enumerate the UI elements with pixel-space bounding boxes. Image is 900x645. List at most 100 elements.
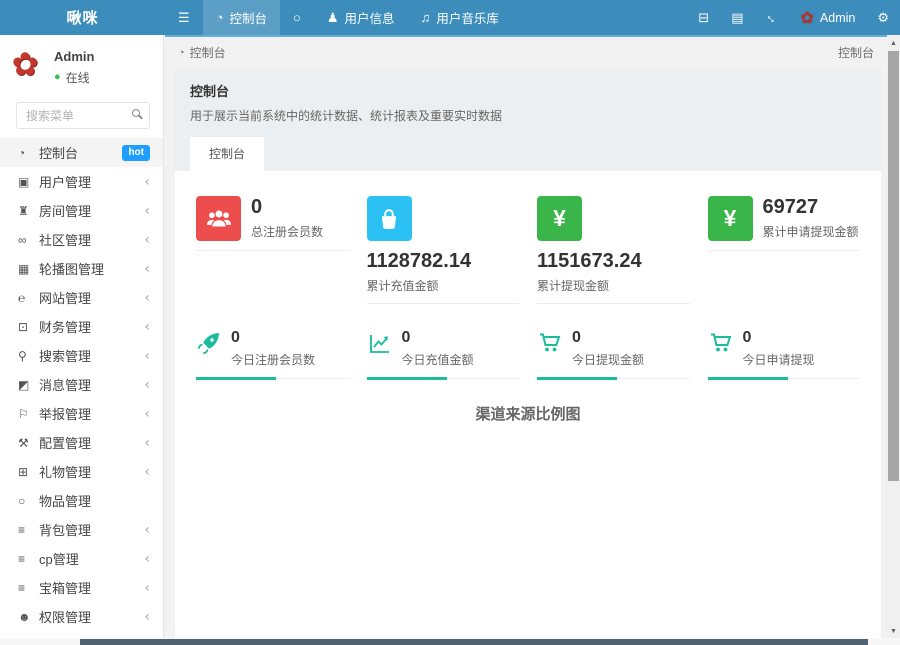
- shopping-bag-icon: [367, 196, 412, 241]
- yen-icon: ¥: [708, 196, 753, 241]
- sidebar-menu-item[interactable]: ≡ 背包管理 ‹: [0, 515, 163, 544]
- stat-label: 累计充值金额: [367, 277, 520, 294]
- panel-body: 0 总注册会员数 1128782.14 累计充值金额: [175, 171, 881, 638]
- sidebar-menu-item[interactable]: ♜ 房间管理 ‹: [0, 196, 163, 225]
- navtab-user-info[interactable]: ♟ 用户信息: [314, 0, 408, 35]
- fullscreen-button[interactable]: ↔: [755, 0, 790, 35]
- breadcrumb-left-label[interactable]: 控制台: [190, 44, 226, 61]
- chevron-left-icon: ‹: [144, 175, 150, 189]
- stat-label: 今日申请提现: [743, 351, 815, 368]
- stat-label: 今日提现金额: [572, 351, 644, 368]
- sidebar-menu-item[interactable]: ➤ 插件管理 new: [0, 631, 163, 638]
- sidebar-menu-item[interactable]: ▦ 轮播图管理 ‹: [0, 254, 163, 283]
- page-description: 用于展示当前系统中的统计数据、统计报表及重要实时数据: [190, 107, 866, 124]
- chevron-left-icon: ‹: [144, 407, 150, 421]
- menu-item-icon: ℮: [18, 291, 39, 305]
- sidebar-menu-item[interactable]: ⚲ 搜索管理 ‹: [0, 341, 163, 370]
- menu-item-label: 宝箱管理: [39, 578, 91, 597]
- sidebar-menu-item[interactable]: ≡ 宝箱管理 ‹: [0, 573, 163, 602]
- sidebar-menu-item[interactable]: ℮ 网站管理 ‹: [0, 283, 163, 312]
- navtab-loading[interactable]: ○: [280, 0, 314, 35]
- menu-item-icon: ◔: [18, 146, 39, 160]
- menu-item-icon: ≡: [18, 523, 39, 537]
- menu-item-icon: ▣: [18, 175, 39, 189]
- menu-item-label: 网站管理: [39, 288, 91, 307]
- sidebar-menu-item[interactable]: ⊞ 礼物管理 ‹: [0, 457, 163, 486]
- chevron-left-icon: ‹: [144, 378, 150, 392]
- stat-today-members: 0 今日注册会员数: [196, 330, 349, 379]
- menu-item-icon: ♜: [18, 204, 39, 218]
- sidebar-menu-item[interactable]: ◔ 控制台 hot: [0, 138, 163, 167]
- user-icon: ♟: [327, 11, 339, 24]
- chevron-left-icon: ‹: [144, 610, 150, 624]
- menu-item-icon: ∞: [18, 233, 39, 247]
- stat-label: 总注册会员数: [251, 223, 323, 240]
- menu-item-label: 房间管理: [39, 201, 91, 220]
- sidebar-menu-item[interactable]: ◩ 消息管理 ‹: [0, 370, 163, 399]
- avatar: ✿: [801, 8, 814, 28]
- rocket-icon: [196, 330, 222, 356]
- stat-label: 累计提现金额: [537, 277, 690, 294]
- trash-icon: ⊟: [698, 11, 709, 24]
- breadcrumb-right-label[interactable]: 控制台: [838, 44, 874, 61]
- sidebar-menu-item[interactable]: ○ 物品管理: [0, 486, 163, 515]
- avatar: ✿: [7, 46, 43, 82]
- sidebar-menu-item[interactable]: ☻ 权限管理 ‹: [0, 602, 163, 631]
- sidebar-menu-item[interactable]: ▣ 用户管理 ‹: [0, 167, 163, 196]
- sidebar: ✿ Admin ● 在线 ◔ 控制台 hot ▣ 用户管理 ‹: [0, 35, 164, 638]
- stat-total-withdraw: ¥ 1151673.24 累计提现金额: [537, 196, 690, 304]
- menu-item-label: 社区管理: [39, 230, 91, 249]
- scroll-down-arrow-icon[interactable]: ▼: [887, 625, 900, 638]
- stat-today-withdraw: 0 今日提现金额: [537, 330, 690, 379]
- sidebar-menu-item[interactable]: ⚐ 举报管理 ‹: [0, 399, 163, 428]
- navtab-user-music[interactable]: ♫ 用户音乐库: [408, 0, 512, 35]
- menu-item-label: 举报管理: [39, 404, 91, 423]
- menu-item-icon: ◩: [18, 378, 39, 392]
- horizontal-scrollbar[interactable]: [0, 638, 900, 645]
- horizontal-scrollbar-thumb[interactable]: [80, 639, 868, 645]
- breadcrumb: ◔ 控制台 控制台: [165, 37, 887, 67]
- chevron-left-icon: ‹: [144, 465, 150, 479]
- sidebar-username: Admin: [54, 49, 94, 64]
- stat-today-withdraw-apply: 0 今日申请提现: [708, 330, 861, 379]
- vertical-scrollbar[interactable]: ▲ ▼: [887, 37, 900, 638]
- menu-item-label: 用户管理: [39, 172, 91, 191]
- yen-icon: ¥: [537, 196, 582, 241]
- brand-title[interactable]: 啾咪: [0, 0, 165, 35]
- clear-trash-button[interactable]: ⊟: [687, 0, 720, 35]
- console-panel: 控制台 用于展示当前系统中的统计数据、统计报表及重要实时数据 控制台: [175, 69, 881, 638]
- menu-item-label: cp管理: [39, 549, 79, 568]
- stats-row-total: 0 总注册会员数 1128782.14 累计充值金额: [187, 196, 869, 304]
- menu-item-icon: ≡: [18, 552, 39, 566]
- stat-value: 0: [402, 330, 474, 346]
- clear-cache-button[interactable]: ▤: [720, 0, 754, 35]
- sidebar-menu-item[interactable]: ⊡ 财务管理 ‹: [0, 312, 163, 341]
- chevron-left-icon: ‹: [144, 291, 150, 305]
- menu-item-icon: ≡: [18, 581, 39, 595]
- menu-item-label: 搜索管理: [39, 346, 91, 365]
- settings-menu-button[interactable]: ⚙: [866, 0, 900, 35]
- tab-console[interactable]: 控制台: [190, 137, 264, 171]
- scroll-up-arrow-icon[interactable]: ▲: [887, 37, 900, 50]
- users-icon: [196, 196, 241, 241]
- menu-item-icon: ○: [18, 494, 39, 508]
- menu-item-icon: ⚐: [18, 407, 39, 421]
- sidebar-menu-item[interactable]: ⚒ 配置管理 ‹: [0, 428, 163, 457]
- menu-item-label: 配置管理: [39, 433, 91, 452]
- main-content: ◔ 控制台 控制台 控制台 用于展示当前系统中的统计数据、统计报表及重要实时数据…: [165, 35, 887, 638]
- sidebar-menu: ◔ 控制台 hot ▣ 用户管理 ‹ ♜ 房间管理 ‹ ∞ 社区管理: [0, 138, 163, 638]
- sidebar-menu-item[interactable]: ∞ 社区管理 ‹: [0, 225, 163, 254]
- menu-item-label: 礼物管理: [39, 462, 91, 481]
- navtab-console[interactable]: ◔ 控制台: [203, 0, 280, 35]
- vertical-scrollbar-thumb[interactable]: [888, 51, 899, 481]
- sidebar-toggle-button[interactable]: ☰: [165, 0, 203, 35]
- sidebar-user-panel: ✿ Admin ● 在线: [0, 35, 163, 94]
- chevron-left-icon: ‹: [144, 552, 150, 566]
- chevron-left-icon: ‹: [144, 523, 150, 537]
- cart-icon: [537, 330, 563, 356]
- menu-item-label: 消息管理: [39, 375, 91, 394]
- username-label: Admin: [820, 11, 855, 25]
- sidebar-menu-item[interactable]: ≡ cp管理 ‹: [0, 544, 163, 573]
- menu-search-input[interactable]: [16, 102, 150, 129]
- user-menu[interactable]: ✿ Admin: [790, 0, 867, 35]
